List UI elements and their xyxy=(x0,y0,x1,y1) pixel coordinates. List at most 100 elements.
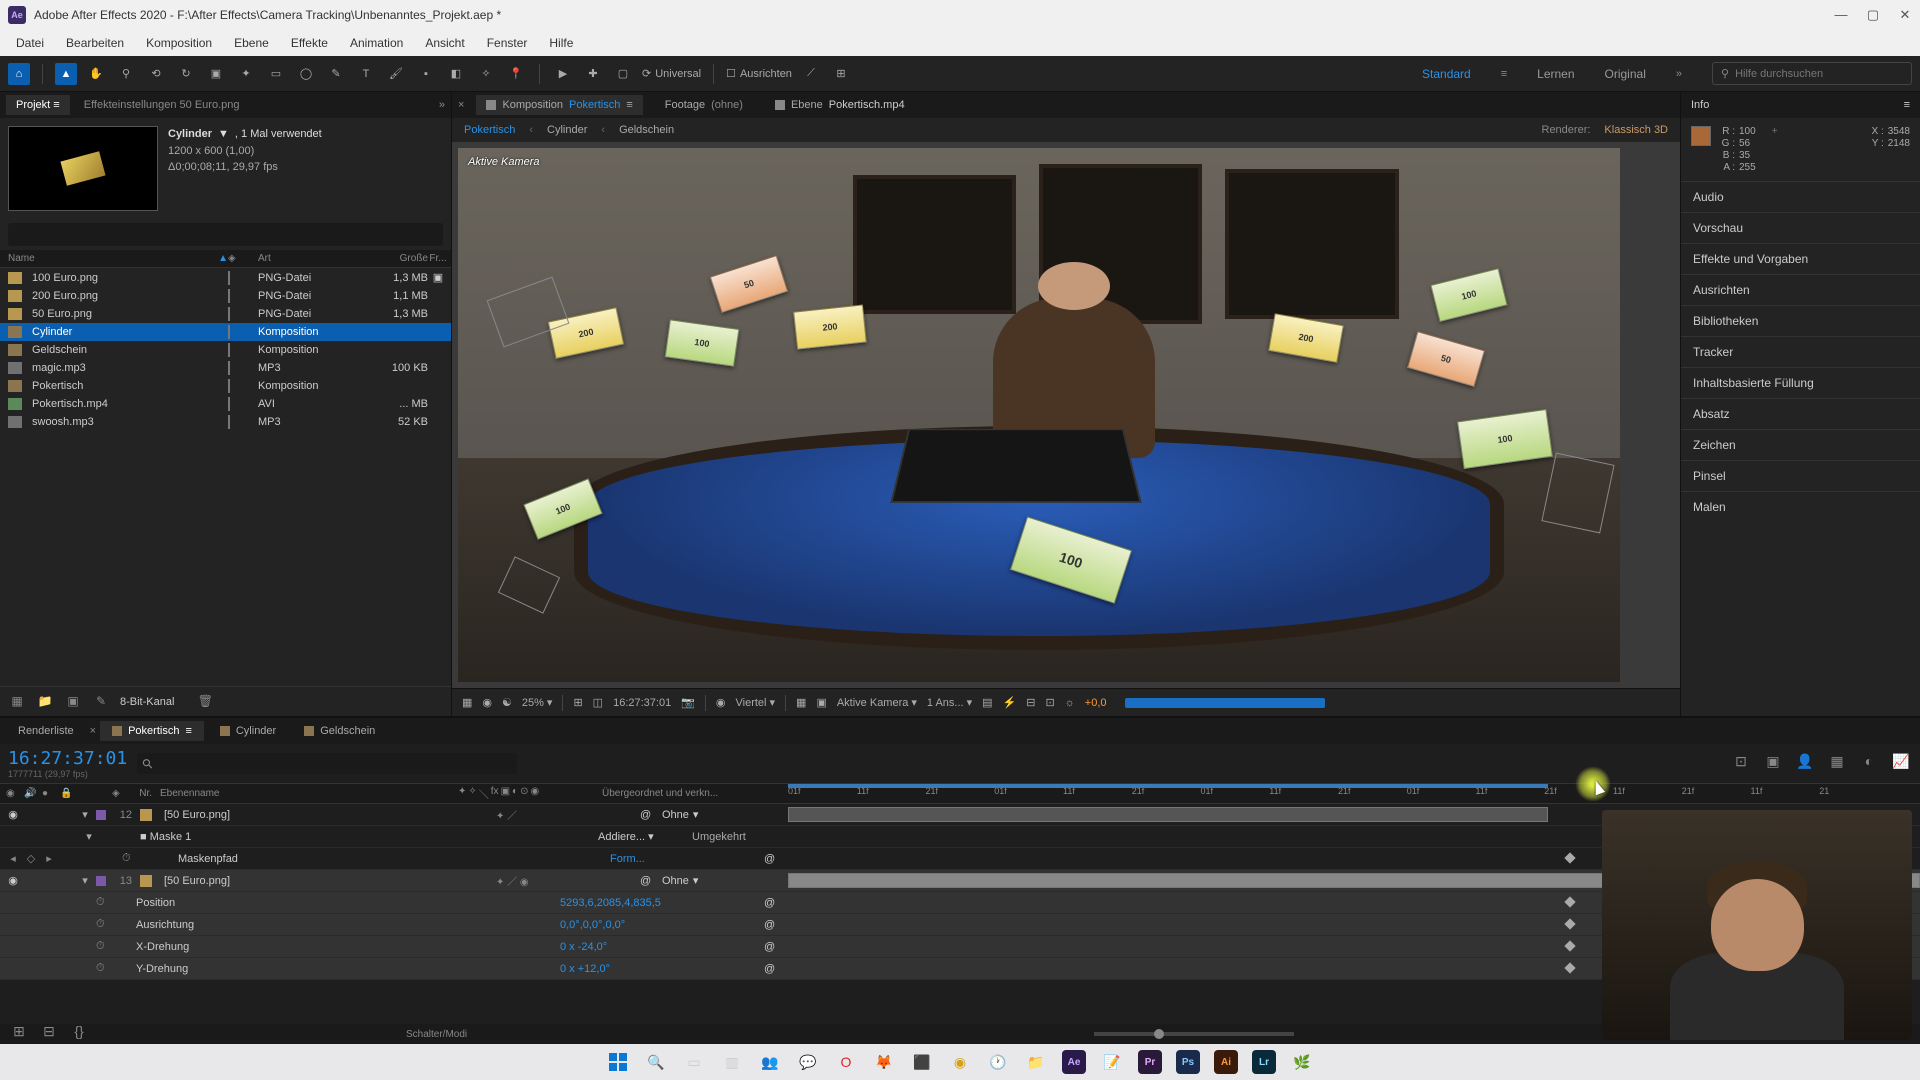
tl-tab-geldschein[interactable]: Geldschein xyxy=(292,721,387,741)
new-folder-icon[interactable]: 📁 xyxy=(36,694,54,710)
world-axis-icon[interactable]: ✚ xyxy=(582,63,604,85)
fast-preview-icon[interactable]: ⚡ xyxy=(1003,696,1017,709)
delete-icon[interactable]: 🗑 xyxy=(196,694,214,710)
stamp-tool-icon[interactable]: ▪ xyxy=(415,63,437,85)
menu-effekte[interactable]: Effekte xyxy=(281,32,338,54)
parent-pickwhip-icon[interactable]: @ xyxy=(640,809,658,821)
label-color-swatch[interactable] xyxy=(228,289,230,303)
breadcrumb-cylinder[interactable]: Cylinder xyxy=(547,124,587,136)
workspace-original[interactable]: Original xyxy=(1605,67,1646,81)
channel-icon[interactable]: ◉ xyxy=(482,696,492,709)
twirl-icon[interactable]: ▾ xyxy=(82,830,96,843)
layer-color-chip[interactable] xyxy=(96,810,106,820)
anchor-tool-icon[interactable]: ✦ xyxy=(235,63,257,85)
tag-column-icon[interactable]: ◈ xyxy=(228,253,258,264)
expression-pickwhip-icon[interactable]: @ xyxy=(764,897,782,909)
next-keyframe-icon[interactable]: ▸ xyxy=(42,852,56,865)
rotate-tool-icon[interactable]: ↻ xyxy=(175,63,197,85)
stopwatch-icon[interactable]: ⏱ xyxy=(96,918,110,931)
switch-col-icon[interactable]: ＼ xyxy=(479,786,489,801)
menu-hilfe[interactable]: Hilfe xyxy=(539,32,583,54)
project-settings-icon[interactable]: ✎ xyxy=(92,694,110,710)
ellipse-tool-icon[interactable]: ◯ xyxy=(295,63,317,85)
expression-pickwhip-icon[interactable]: @ xyxy=(764,941,782,953)
transparency-grid-icon[interactable]: ▦ xyxy=(796,696,806,709)
keyframe-icon[interactable] xyxy=(1564,940,1575,951)
close-comp-tab-icon[interactable]: × xyxy=(458,99,464,111)
label-color-swatch[interactable] xyxy=(228,271,230,285)
project-item[interactable]: 50 Euro.pngPNG-Datei1,3 MB xyxy=(0,305,451,323)
switch-col-icon[interactable]: ✦ xyxy=(458,786,466,801)
interpret-footage-icon[interactable]: ▦ xyxy=(8,694,26,710)
keyframe-icon[interactable] xyxy=(1564,852,1575,863)
solo-column-icon[interactable]: ● xyxy=(42,788,56,799)
keyframe-icon[interactable] xyxy=(1564,918,1575,929)
side-panel-zeichen[interactable]: Zeichen xyxy=(1681,429,1920,460)
camera-tool-icon[interactable]: ▣ xyxy=(205,63,227,85)
project-item[interactable]: CylinderKomposition xyxy=(0,323,451,341)
keyframe-icon[interactable] xyxy=(1564,896,1575,907)
whatsapp-icon[interactable]: 💬 xyxy=(792,1048,824,1076)
side-panel-audio[interactable]: Audio xyxy=(1681,181,1920,212)
timeline-zoom-slider[interactable] xyxy=(1094,1032,1294,1036)
tab-effect-settings[interactable]: Effekteinstellungen 50 Euro.png xyxy=(74,95,250,115)
premiere-icon[interactable]: Pr xyxy=(1134,1048,1166,1076)
menu-ansicht[interactable]: Ansicht xyxy=(415,32,474,54)
label-color-swatch[interactable] xyxy=(228,325,230,339)
local-axis-icon[interactable]: ▶ xyxy=(552,63,574,85)
project-item[interactable]: GeldscheinKomposition xyxy=(0,341,451,359)
panel-menu-icon[interactable]: ≡ xyxy=(1904,99,1910,111)
view-axis-icon[interactable]: ▢ xyxy=(612,63,634,85)
rect-tool-icon[interactable]: ▭ xyxy=(265,63,287,85)
comp-tab-ebene[interactable]: Ebene Pokertisch.mp4 xyxy=(765,95,915,115)
expression-pickwhip-icon[interactable]: @ xyxy=(764,963,782,975)
new-comp-icon[interactable]: ▣ xyxy=(64,694,82,710)
breadcrumb-pokertisch[interactable]: Pokertisch xyxy=(464,124,515,136)
views-dropdown[interactable]: 1 Ans... ▾ xyxy=(927,696,972,709)
switch-col-icon[interactable]: ◐ xyxy=(512,786,518,801)
label-color-swatch[interactable] xyxy=(228,307,230,321)
ausrichten-checkbox[interactable]: ☐ Ausrichten xyxy=(726,67,792,80)
selection-tool-icon[interactable]: ▲ xyxy=(55,63,77,85)
side-panel-bibliotheken[interactable]: Bibliotheken xyxy=(1681,305,1920,336)
region-icon[interactable]: ◫ xyxy=(593,696,603,709)
expression-pickwhip-icon[interactable]: @ xyxy=(764,919,782,931)
stopwatch-icon[interactable]: ⏱ xyxy=(122,852,136,865)
brush-tool-icon[interactable]: 🖌 xyxy=(385,63,407,85)
stopwatch-icon[interactable]: ⏱ xyxy=(96,940,110,953)
firefox-icon[interactable]: 🦊 xyxy=(868,1048,900,1076)
guides-icon[interactable]: ▣ xyxy=(816,696,826,709)
panel-overflow-icon[interactable]: » xyxy=(439,99,445,111)
draft-3d-icon[interactable]: ▣ xyxy=(1762,753,1784,775)
shy-toggle-icon[interactable]: 👤 xyxy=(1794,753,1816,775)
time-ruler[interactable]: 01f11f21f01f11f21f01f11f21f01f11f21f11f2… xyxy=(788,784,1920,803)
resolution-dropdown[interactable]: Viertel ▾ xyxy=(736,696,776,709)
composition-viewer[interactable]: Aktive Kamera 50 200 100 200 100 xyxy=(452,142,1680,688)
project-asset-list[interactable]: 100 Euro.pngPNG-Datei1,3 MB▣200 Euro.png… xyxy=(0,268,451,686)
snap-icon[interactable]: ⟋ xyxy=(800,63,822,85)
after-effects-icon[interactable]: Ae xyxy=(1058,1048,1090,1076)
minimize-button[interactable]: — xyxy=(1834,8,1848,22)
misc-app-icon[interactable]: 🌿 xyxy=(1286,1048,1318,1076)
renderer-dropdown[interactable]: Klassisch 3D xyxy=(1604,124,1668,136)
help-search-input[interactable]: ⚲ Hilfe durchsuchen xyxy=(1712,62,1912,85)
keyframe-icon[interactable] xyxy=(1564,962,1575,973)
toggle-modes-icon[interactable]: ⊟ xyxy=(38,1023,60,1045)
side-panel-absatz[interactable]: Absatz xyxy=(1681,398,1920,429)
add-keyframe-icon[interactable]: ◇ xyxy=(24,852,38,865)
menu-komposition[interactable]: Komposition xyxy=(136,32,222,54)
label-color-swatch[interactable] xyxy=(228,415,230,429)
roto-tool-icon[interactable]: ✧ xyxy=(475,63,497,85)
side-panel-ausrichten[interactable]: Ausrichten xyxy=(1681,274,1920,305)
comp-mini-flowchart-icon[interactable]: ⊡ xyxy=(1730,753,1752,775)
project-item[interactable]: 100 Euro.pngPNG-Datei1,3 MB▣ xyxy=(0,268,451,287)
opera-icon[interactable]: O xyxy=(830,1048,862,1076)
project-search-input[interactable] xyxy=(8,223,443,246)
motion-blur-icon[interactable]: ◐ xyxy=(1858,753,1880,775)
pixel-aspect-icon[interactable]: ▤ xyxy=(982,696,992,709)
project-item[interactable]: PokertischKomposition xyxy=(0,377,451,395)
alpha-toggle-icon[interactable]: ▦ xyxy=(462,696,472,709)
menu-datei[interactable]: Datei xyxy=(6,32,54,54)
orbit-tool-icon[interactable]: ⟲ xyxy=(145,63,167,85)
visibility-toggle-icon[interactable]: ◉ xyxy=(6,808,20,821)
